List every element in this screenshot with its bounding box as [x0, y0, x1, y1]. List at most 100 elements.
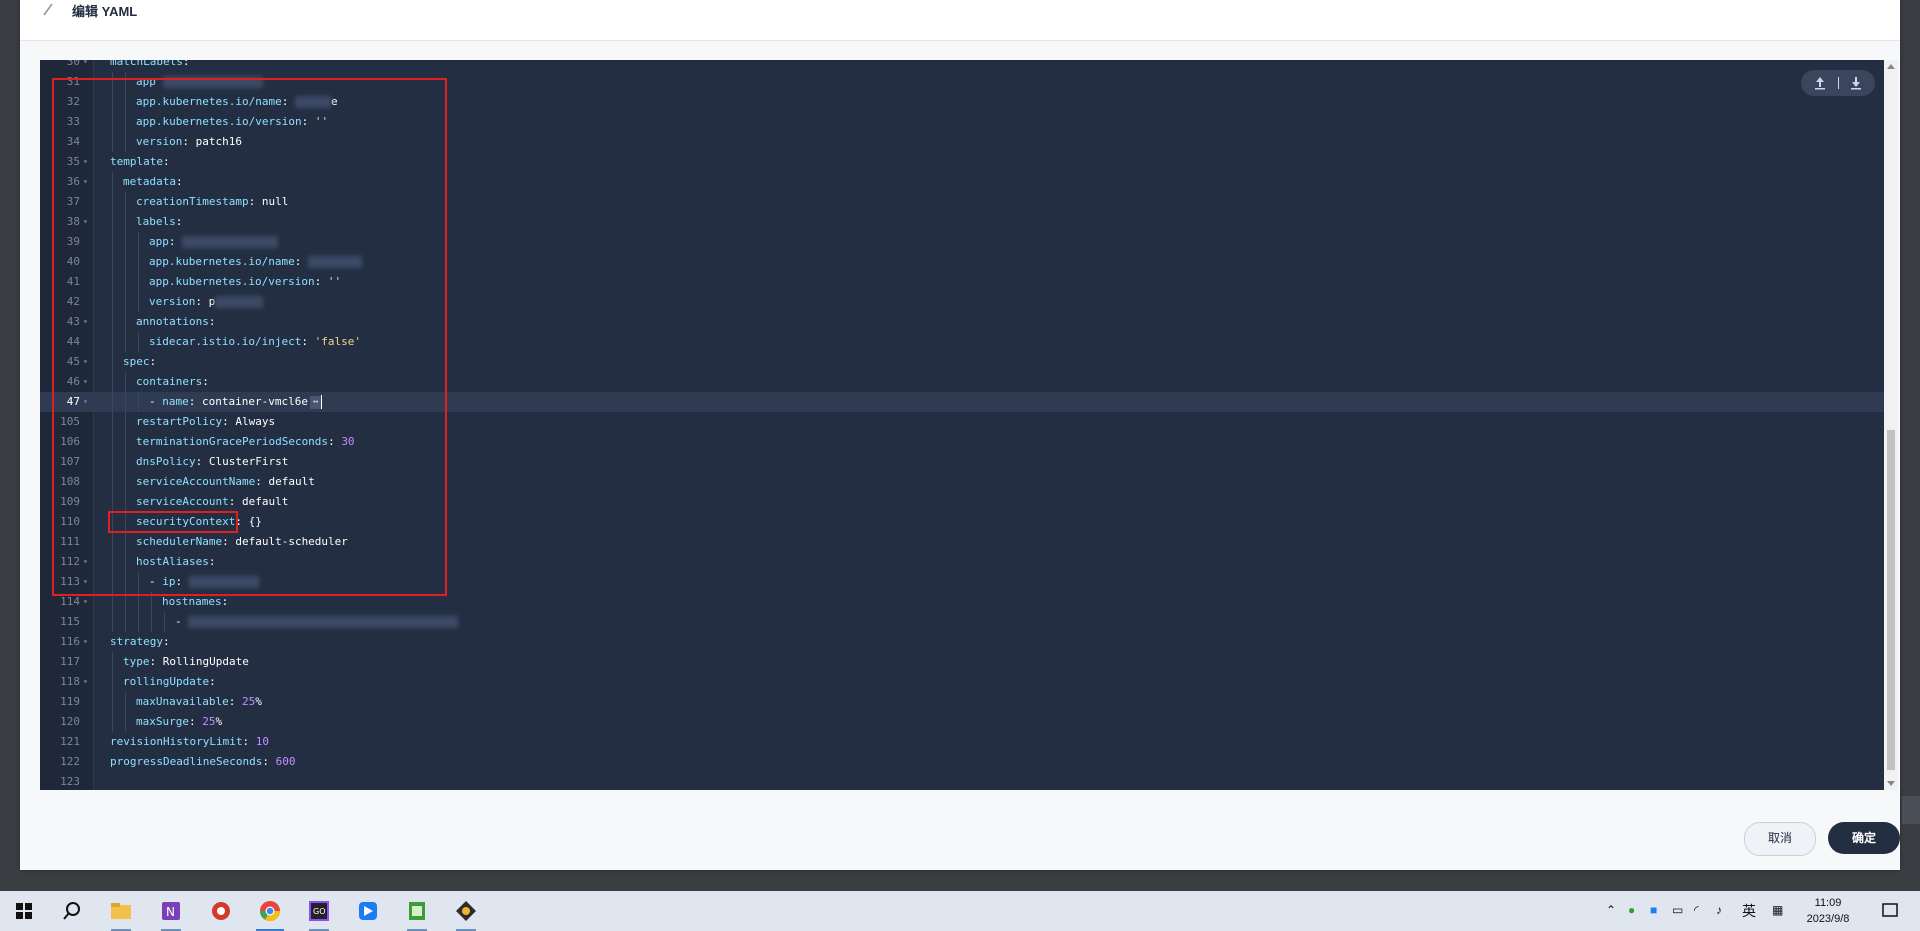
code-line[interactable]: 112 ▾ hostAliases: [40, 552, 1885, 572]
dark-app-icon[interactable] [452, 897, 480, 931]
line-number: 32 [66, 95, 80, 108]
code-line[interactable]: 109 serviceAccount: default [40, 492, 1885, 512]
line-number: 47 [66, 395, 80, 408]
code-line[interactable]: 38 ▾ labels: [40, 212, 1885, 232]
code-text: securityContext: {} [136, 515, 262, 528]
indent-guide [125, 592, 126, 612]
fold-arrow-icon[interactable]: ▾ [83, 312, 88, 332]
blue-app-icon[interactable] [354, 897, 382, 925]
code-line[interactable]: 45 ▾ spec: [40, 352, 1885, 372]
editor-scrollbar[interactable] [1884, 60, 1898, 790]
upload-icon[interactable] [1811, 74, 1829, 92]
tray-expand-icon[interactable]: ⌃ [1606, 903, 1616, 917]
code-line[interactable]: 34 version: patch16 [40, 132, 1885, 152]
indent-guide [112, 512, 113, 532]
green-app-icon[interactable] [403, 897, 431, 931]
code-line[interactable]: 44 sidecar.istio.io/inject: 'false' [40, 332, 1885, 352]
red-app-icon[interactable] [207, 897, 235, 925]
code-line[interactable]: 46 ▾ containers: [40, 372, 1885, 392]
code-line[interactable]: 118 ▾ rollingUpdate: [40, 672, 1885, 692]
yaml-code-editor[interactable]: 30 ▾ matchLabels: 31 app 32 app.kubernetes.io… [40, 60, 1885, 790]
fold-arrow-icon[interactable]: ▾ [83, 172, 88, 192]
code-line[interactable]: 42 version: p [40, 292, 1885, 312]
fold-arrow-icon[interactable]: ▾ [83, 392, 88, 412]
code-line[interactable]: 40 app.kubernetes.io/name: [40, 252, 1885, 272]
fold-arrow-icon[interactable]: ▾ [83, 212, 88, 232]
code-line[interactable]: 119 maxUnavailable: 25% [40, 692, 1885, 712]
fold-arrow-icon[interactable]: ▾ [83, 672, 88, 692]
code-line[interactable]: 123 [40, 772, 1885, 790]
fold-arrow-icon[interactable]: ▾ [83, 372, 88, 392]
code-line[interactable]: 41 app.kubernetes.io/version: '' [40, 272, 1885, 292]
code-line[interactable]: 107 dnsPolicy: ClusterFirst [40, 452, 1885, 472]
code-line[interactable]: 105 restartPolicy: Always [40, 412, 1885, 432]
code-line[interactable]: 120 maxSurge: 25% [40, 712, 1885, 732]
code-line[interactable]: 111 schedulerName: default-scheduler [40, 532, 1885, 552]
fold-arrow-icon[interactable]: ▾ [83, 552, 88, 572]
code-line[interactable]: 116 ▾ strategy: [40, 632, 1885, 652]
code-line[interactable]: 35 ▾ template: [40, 152, 1885, 172]
notification-icon[interactable] [1876, 897, 1904, 925]
scroll-up-arrow-icon[interactable] [1887, 64, 1895, 69]
line-number: 30 [66, 60, 80, 68]
code-line[interactable]: 33 app.kubernetes.io/version: '' [40, 112, 1885, 132]
fold-arrow-icon[interactable]: ▾ [83, 632, 88, 652]
system-clock[interactable]: 11:09 2023/9/8 [1798, 895, 1858, 927]
windows-start-icon[interactable] [10, 897, 38, 925]
goland-icon[interactable]: GO [305, 897, 333, 931]
indent-guide [112, 372, 113, 392]
cancel-button[interactable]: 取消 [1744, 822, 1816, 856]
code-text: template: [110, 155, 170, 168]
code-line[interactable]: 113 ▾ - ip: [40, 572, 1885, 592]
code-text: serviceAccount: default [136, 495, 289, 508]
file-explorer-icon[interactable] [107, 897, 135, 931]
code-line[interactable]: 122 progressDeadlineSeconds: 600 [40, 752, 1885, 772]
ime-indicator[interactable]: 英 [1742, 901, 1756, 921]
indent-guide [112, 652, 113, 672]
indent-guide [164, 612, 165, 632]
keyboard-icon[interactable]: ▦ [1772, 903, 1783, 917]
fold-arrow-icon[interactable]: ▾ [83, 152, 88, 172]
fold-arrow-icon[interactable]: ▾ [83, 592, 88, 612]
onenote-icon[interactable]: N [157, 897, 185, 931]
scroll-thumb[interactable] [1887, 430, 1895, 770]
code-line[interactable]: 47 ▾ - name: container-vmcl6e ↔ [40, 392, 1885, 412]
fold-arrow-icon[interactable]: ▾ [83, 572, 88, 592]
wifi-icon[interactable]: ◜ [1694, 903, 1699, 917]
search-icon[interactable] [58, 897, 86, 925]
code-line[interactable]: 39 app: [40, 232, 1885, 252]
code-line[interactable]: 37 creationTimestamp: null [40, 192, 1885, 212]
code-line[interactable]: 108 serviceAccountName: default [40, 472, 1885, 492]
code-text: spec: [123, 355, 157, 368]
side-tool-icon[interactable] [1902, 796, 1920, 824]
code-line[interactable]: 31 app [40, 72, 1885, 92]
chrome-icon[interactable] [256, 897, 284, 931]
indent-guide [138, 332, 139, 352]
volume-icon[interactable]: ♪ [1716, 903, 1722, 917]
indent-guide [112, 232, 113, 252]
code-line[interactable]: 110 securityContext: {} [40, 512, 1885, 532]
dialog-title: 编辑 YAML [72, 4, 138, 19]
code-line[interactable]: 106 terminationGracePeriodSeconds: 30 [40, 432, 1885, 452]
line-number: 41 [66, 275, 80, 288]
battery-icon[interactable]: ▭ [1672, 903, 1683, 917]
indent-guide [125, 472, 126, 492]
scroll-down-arrow-icon[interactable] [1887, 781, 1895, 786]
wechat-icon[interactable]: ● [1628, 903, 1635, 917]
code-line[interactable]: 32 app.kubernetes.io/name: e [40, 92, 1885, 112]
tray-app-icon[interactable]: ■ [1650, 903, 1657, 917]
code-line[interactable]: 30 ▾ matchLabels: [40, 60, 1885, 72]
code-line[interactable]: 115 - [40, 612, 1885, 632]
confirm-button[interactable]: 确定 [1828, 822, 1900, 854]
fold-arrow-icon[interactable]: ▾ [83, 352, 88, 372]
indent-guide [125, 272, 126, 292]
code-line[interactable]: 36 ▾ metadata: [40, 172, 1885, 192]
indent-guide [125, 192, 126, 212]
fold-arrow-icon[interactable]: ▾ [83, 60, 88, 72]
download-icon[interactable] [1847, 74, 1865, 92]
yaml-edit-dialog: 编辑 YAML 30 ▾ matchLabels: 31 app 32 app.kuber… [20, 0, 1900, 870]
code-line[interactable]: 43 ▾ annotations: [40, 312, 1885, 332]
code-line[interactable]: 117 type: RollingUpdate [40, 652, 1885, 672]
code-line[interactable]: 121 revisionHistoryLimit: 10 [40, 732, 1885, 752]
code-line[interactable]: 114 ▾ hostnames: [40, 592, 1885, 612]
